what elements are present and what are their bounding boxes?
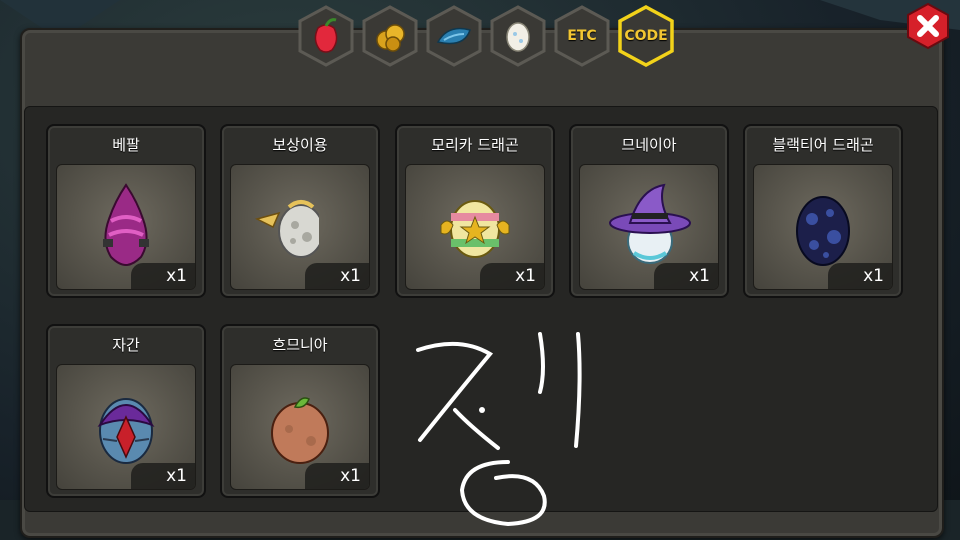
- item-card[interactable]: 므네이아 x1: [569, 124, 729, 298]
- item-quantity: x1: [654, 263, 718, 289]
- winged-moon-egg-icon: [254, 200, 319, 258]
- item-slot: x1: [230, 364, 370, 490]
- item-quantity: x1: [305, 263, 369, 289]
- item-name: 흐므니아: [272, 336, 328, 354]
- close-icon: [907, 2, 949, 50]
- item-quantity: x1: [131, 263, 195, 289]
- item-slot: x1: [753, 164, 893, 290]
- item-slot: x1: [56, 364, 196, 490]
- tab-fruit[interactable]: [296, 4, 356, 68]
- close-button[interactable]: [904, 2, 952, 50]
- item-card[interactable]: 자간 x1: [46, 324, 206, 498]
- star-egg-icon: [440, 200, 510, 258]
- item-slot: x1: [579, 164, 719, 290]
- item-slot: x1: [230, 164, 370, 290]
- item-name: 모리카 드래곤: [431, 136, 519, 154]
- item-name: 블랙티어 드래곤: [772, 136, 874, 154]
- item-name: 므네이아: [621, 136, 677, 154]
- tab-egg[interactable]: [488, 4, 548, 68]
- armored-egg-icon: [97, 398, 155, 464]
- item-card[interactable]: 보상이용 x1: [220, 124, 380, 298]
- item-quantity: x1: [828, 263, 892, 289]
- item-name: 자간: [112, 336, 140, 354]
- item-name: 베팔: [112, 136, 140, 154]
- handwritten-scribble: [416, 332, 582, 527]
- tab-scale[interactable]: [424, 4, 484, 68]
- item-quantity: x1: [480, 263, 544, 289]
- dark-spotted-egg-icon: [796, 196, 850, 266]
- item-card[interactable]: 모리카 드래곤 x1: [395, 124, 555, 298]
- item-quantity: x1: [305, 463, 369, 489]
- tab-etc[interactable]: ETC: [552, 4, 612, 68]
- pink-egg-icon: [103, 183, 149, 267]
- sprout-egg-icon: [271, 397, 329, 464]
- item-slot: x1: [56, 164, 196, 290]
- item-slot: x1: [405, 164, 545, 290]
- item-card[interactable]: 흐므니아 x1: [220, 324, 380, 498]
- tab-code[interactable]: CODE: [616, 4, 676, 68]
- item-name: 보상이용: [272, 136, 328, 154]
- witch-hat-egg-icon: [609, 183, 691, 264]
- tab-gold[interactable]: [360, 4, 420, 68]
- item-card[interactable]: 베팔 x1: [46, 124, 206, 298]
- item-quantity: x1: [131, 463, 195, 489]
- item-card[interactable]: 블랙티어 드래곤 x1: [743, 124, 903, 298]
